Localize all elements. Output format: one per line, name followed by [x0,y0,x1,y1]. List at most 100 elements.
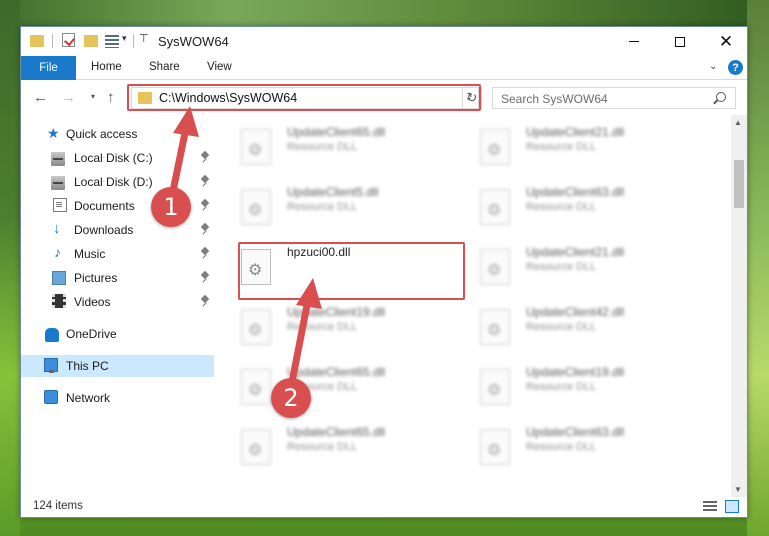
large-icons-view-icon[interactable] [725,500,739,513]
details-view-icon[interactable] [703,501,717,513]
sidebar-item-network[interactable]: Network [21,387,214,409]
sidebar-item-label: OneDrive [66,327,117,341]
sidebar-item-label: Videos [74,295,111,309]
file-item[interactable]: UpdateClient19.dll Resource DLL [468,361,688,411]
file-name: UpdateClient63.dll [526,185,625,199]
forward-arrow-icon[interactable]: → [61,89,76,106]
maximize-button[interactable] [657,27,703,56]
properties-check-icon[interactable] [62,33,75,47]
close-icon: ✕ [718,31,734,51]
file-item[interactable]: UpdateClient65.dll Resource DLL [229,421,449,471]
new-folder-icon[interactable] [84,35,98,47]
step-2-callout: 2 [271,378,311,418]
file-name: UpdateClient65.dll [287,425,386,439]
pin-icon[interactable] [201,152,209,163]
sidebar-item-label: Local Disk (D:) [74,175,153,189]
dll-file-icon [241,369,271,405]
scroll-down-icon[interactable]: ▼ [734,485,742,494]
tab-home[interactable]: Home [91,61,122,73]
videos-icon [52,294,66,308]
file-name: UpdateClient21.dll [526,125,625,139]
up-arrow-icon[interactable]: ↑ [107,89,115,106]
network-icon [44,390,58,404]
sidebar-item-label: Documents [74,199,135,213]
sidebar-item-label: This PC [66,359,109,373]
scrollbar-thumb[interactable] [734,160,744,208]
drive-icon [51,176,65,190]
file-list: UpdateClient65.dll Resource DLL UpdateCl… [229,121,731,491]
sidebar-item-local-disk-d[interactable]: Local Disk (D:) [21,171,214,193]
file-name: UpdateClient63.dll [526,425,625,439]
file-item[interactable]: UpdateClient65.dll Resource DLL [229,361,449,411]
file-item[interactable]: UpdateClient42.dll Resource DLL [468,301,688,351]
file-type: Resource DLL [526,441,597,453]
sidebar-item-label: Downloads [74,223,134,237]
dll-file-icon [241,309,271,345]
file-item[interactable]: UpdateClient63.dll Resource DLL [468,421,688,471]
file-item[interactable]: UpdateClient21.dll Resource DLL [468,121,688,171]
file-item[interactable]: UpdateClient21.dll Resource DLL [468,241,688,291]
file-explorer-window: ▾ ⊤ SysWOW64 ✕ File Home Share View ⌄ ? … [20,26,748,518]
sidebar-item-label: Network [66,391,111,405]
scroll-up-icon[interactable]: ▲ [734,118,742,127]
pin-icon[interactable] [201,272,209,283]
file-item[interactable]: UpdateClient65.dll Resource DLL [229,121,449,171]
minimize-button[interactable] [611,27,657,56]
file-name: UpdateClient42.dll [526,305,625,319]
sidebar-item-music[interactable]: ♪ Music [21,243,214,265]
pin-icon[interactable] [201,248,209,259]
sidebar-item-onedrive[interactable]: OneDrive [21,323,214,345]
search-icon[interactable] [716,92,726,102]
file-item[interactable]: UpdateClient19.dll Resource DLL [229,301,449,351]
recent-locations-icon[interactable]: ▾ [91,92,95,101]
desktop-background-right [747,0,769,536]
download-icon: ↓ [53,220,61,237]
pin-icon[interactable] [201,296,209,307]
star-icon: ★ [47,125,60,141]
pin-icon[interactable] [201,200,209,211]
file-name: UpdateClient21.dll [526,245,625,259]
pin-icon[interactable] [201,176,209,187]
sidebar-item-label: Quick access [66,127,138,141]
address-bar-highlight [127,84,481,111]
help-icon[interactable]: ? [728,60,743,75]
file-item[interactable]: UpdateClient5.dll Resource DLL [229,181,449,231]
file-type: Resource DLL [526,321,597,333]
dll-file-icon [480,249,510,285]
chevron-down-icon[interactable]: ▾ [122,33,127,44]
dll-file-icon [241,429,271,465]
pin-icon[interactable] [201,224,209,235]
sidebar-item-videos[interactable]: Videos [21,291,214,313]
customize-toolbar-icon[interactable] [105,35,119,48]
sidebar-item-local-disk-c[interactable]: Local Disk (C:) [21,147,214,169]
title-bar: ▾ ⊤ SysWOW64 ✕ [21,27,747,56]
tab-view[interactable]: View [207,61,232,73]
tab-file[interactable]: File [21,56,76,80]
tab-share[interactable]: Share [149,61,180,73]
file-name: UpdateClient19.dll [526,365,625,379]
toolbar-separator [52,34,53,48]
sidebar-item-label: Pictures [74,271,118,285]
expand-ribbon-icon[interactable]: ⌄ [709,61,717,72]
step-1-callout: 1 [151,187,191,227]
item-count: 124 items [33,500,83,512]
pictures-icon [52,271,66,285]
dll-file-icon [480,189,510,225]
dll-file-icon [480,429,510,465]
file-name: UpdateClient19.dll [287,305,386,319]
quick-access-dropdown-icon[interactable]: ⊤ [139,32,149,45]
close-button[interactable]: ✕ [703,27,749,56]
minimize-icon [629,41,639,42]
computer-icon [44,358,58,373]
file-item[interactable]: UpdateClient63.dll Resource DLL [468,181,688,231]
sidebar-item-this-pc[interactable]: This PC [21,355,214,377]
sidebar-item-pictures[interactable]: Pictures [21,267,214,289]
vertical-scrollbar[interactable]: ▲ ▼ [731,115,747,497]
documents-icon [53,198,67,212]
search-input[interactable]: Search SysWOW64 [492,87,736,109]
sidebar-item-quick-access[interactable]: ★ Quick access [21,123,214,145]
sidebar-item-downloads[interactable]: ↓ Downloads [21,219,214,241]
sidebar-item-label: Music [74,247,106,261]
sidebar-item-label: Local Disk (C:) [74,151,153,165]
back-arrow-icon[interactable]: ← [33,89,48,106]
